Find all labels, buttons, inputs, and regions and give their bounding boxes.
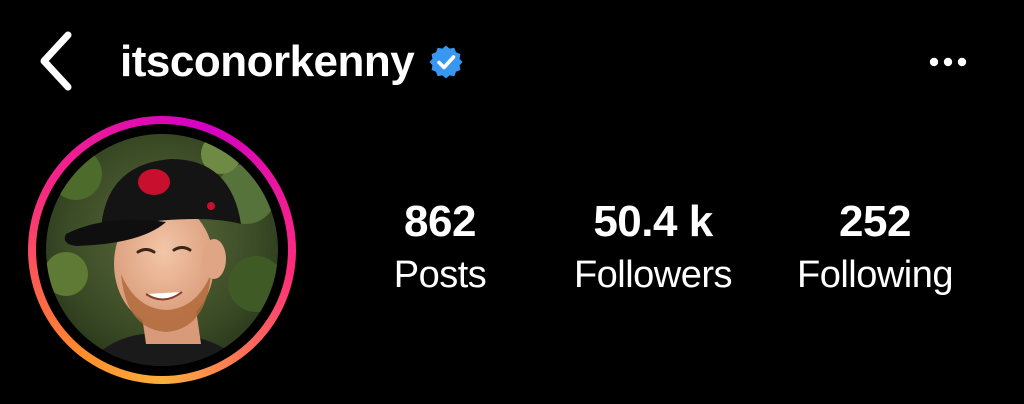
followers-label: Followers	[573, 254, 733, 296]
username: itsconorkenny	[120, 37, 415, 86]
following-stat[interactable]: 252 Following	[788, 197, 962, 296]
posts-label: Posts	[393, 254, 487, 296]
followers-stat[interactable]: 50.4 k Followers	[562, 197, 744, 296]
profile-page: itsconorkenny 862 Posts 50.4 k Followers…	[0, 0, 1024, 404]
more-options-button[interactable]	[920, 40, 976, 84]
chevron-left-icon	[40, 31, 72, 91]
followers-count: 50.4 k	[593, 197, 713, 246]
back-button[interactable]	[28, 30, 84, 92]
story-ring[interactable]	[28, 116, 296, 384]
avatar	[46, 134, 278, 366]
more-horizontal-icon	[929, 57, 967, 67]
posts-count: 862	[404, 197, 476, 246]
following-count: 252	[839, 197, 911, 246]
profile-header: itsconorkenny	[120, 34, 464, 90]
verified-badge-icon	[428, 44, 464, 80]
posts-stat[interactable]: 862 Posts	[380, 197, 500, 296]
following-label: Following	[796, 254, 954, 296]
